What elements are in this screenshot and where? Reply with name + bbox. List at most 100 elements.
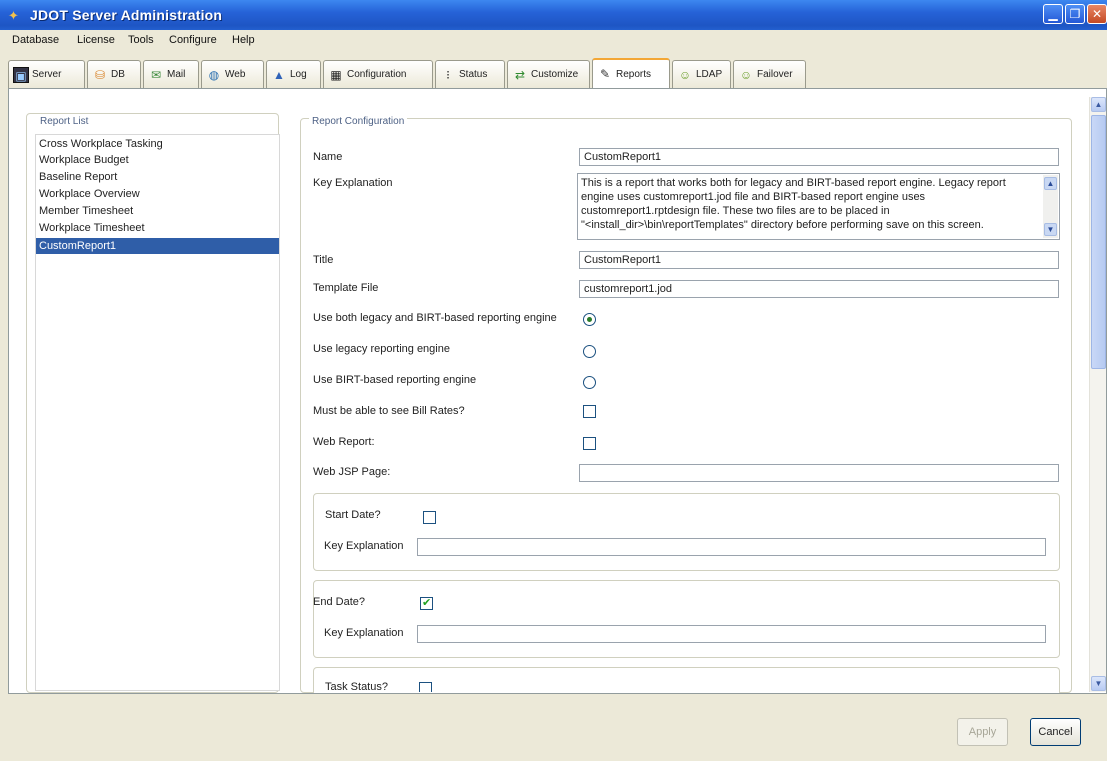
- list-item[interactable]: Workplace Budget: [36, 152, 279, 168]
- engine-both-radio[interactable]: [583, 313, 596, 326]
- tab-log[interactable]: ▲ Log: [266, 60, 321, 88]
- calendar-icon: ▦: [330, 67, 342, 82]
- tab-label: Mail: [167, 69, 186, 80]
- bill-rates-checkbox[interactable]: [583, 405, 596, 418]
- tab-status[interactable]: ⁝ Status: [435, 60, 505, 88]
- tab-label: Customize: [531, 69, 579, 80]
- maximize-button[interactable]: ❐: [1065, 4, 1085, 24]
- report-list[interactable]: Cross Workplace Tasking Workplace Budget…: [35, 134, 280, 691]
- traffic-light-icon: ⁝: [446, 67, 450, 82]
- engine-both-label: Use both legacy and BIRT-based reporting…: [313, 312, 557, 324]
- cancel-button[interactable]: Cancel: [1030, 718, 1081, 746]
- name-label: Name: [313, 151, 343, 163]
- list-item[interactable]: Cross Workplace Tasking: [36, 136, 279, 152]
- web-jsp-input[interactable]: [579, 464, 1059, 482]
- tab-web[interactable]: ◍ Web: [201, 60, 264, 88]
- tab-label: Log: [290, 69, 307, 80]
- list-item[interactable]: Member Timesheet: [36, 203, 279, 219]
- start-key-explanation-label: Key Explanation: [324, 540, 404, 552]
- engine-legacy-label: Use legacy reporting engine: [313, 343, 450, 355]
- web-jsp-label: Web JSP Page:: [313, 466, 391, 478]
- window-titlebar: ✦ JDOT Server Administration ▁ ❐ ✕: [0, 0, 1107, 30]
- scroll-down-icon[interactable]: ▼: [1091, 676, 1106, 691]
- tab-reports[interactable]: ✎ Reports: [592, 58, 670, 88]
- menu-configure[interactable]: Configure: [169, 34, 217, 46]
- list-item[interactable]: Baseline Report: [36, 169, 279, 185]
- textarea-scrollbar[interactable]: ▲ ▼: [1043, 175, 1058, 238]
- tab-label: DB: [111, 69, 125, 80]
- report-configuration-title: Report Configuration: [309, 116, 408, 127]
- engine-birt-label: Use BIRT-based reporting engine: [313, 374, 477, 386]
- key-explanation-line: "<install_dir>\bin\reportTemplates" dire…: [581, 219, 984, 231]
- menu-bar: Database License Tools Configure Help: [0, 30, 1107, 50]
- start-date-group: [313, 493, 1060, 571]
- list-item[interactable]: Workplace Overview: [36, 186, 279, 202]
- vertical-scrollbar[interactable]: ▲ ▼: [1089, 97, 1106, 692]
- apply-button[interactable]: Apply: [957, 718, 1008, 746]
- tab-db[interactable]: ⛁ DB: [87, 60, 141, 88]
- task-status-label: Task Status?: [325, 681, 388, 693]
- tab-failover[interactable]: ☺ Failover: [733, 60, 806, 88]
- end-date-checkbox[interactable]: [420, 596, 433, 610]
- start-key-explanation-input[interactable]: [417, 538, 1046, 556]
- people-icon: ☺: [739, 67, 753, 82]
- monitor-icon: ▣: [13, 66, 29, 83]
- tab-label: Web: [225, 69, 246, 80]
- scroll-down-icon[interactable]: ▼: [1044, 223, 1057, 236]
- tab-label: Server: [32, 69, 62, 80]
- tab-label: LDAP: [696, 69, 723, 80]
- tab-configuration[interactable]: ▦ Configuration: [323, 60, 433, 88]
- scrollbar-thumb[interactable]: [1091, 115, 1106, 369]
- list-item[interactable]: Workplace Timesheet: [36, 220, 279, 236]
- web-report-checkbox[interactable]: [583, 437, 596, 450]
- end-date-group: [313, 580, 1060, 658]
- arrows-icon: ⇄: [514, 67, 526, 82]
- list-item-selected[interactable]: CustomReport1: [36, 238, 279, 254]
- report-list-title: Report List: [37, 116, 92, 127]
- engine-birt-radio[interactable]: [583, 376, 596, 389]
- tab-label: Configuration: [347, 69, 407, 80]
- report-icon: ✎: [599, 67, 611, 81]
- tab-label: Status: [459, 69, 488, 80]
- tab-mail[interactable]: ✉ Mail: [143, 60, 199, 88]
- people-icon: ☺: [678, 67, 692, 82]
- scroll-up-icon[interactable]: ▲: [1091, 97, 1106, 112]
- title-input[interactable]: [579, 251, 1059, 269]
- name-input[interactable]: [579, 148, 1059, 166]
- mail-icon: ✉: [150, 67, 162, 82]
- template-file-input[interactable]: [579, 280, 1059, 298]
- menu-database[interactable]: Database: [12, 34, 59, 46]
- end-date-label: End Date?: [313, 596, 365, 608]
- tab-label: Reports: [616, 68, 652, 80]
- tab-ldap[interactable]: ☺ LDAP: [672, 60, 731, 88]
- title-label: Title: [313, 254, 334, 266]
- tab-label: Failover: [757, 69, 793, 80]
- engine-legacy-radio[interactable]: [583, 345, 596, 358]
- database-icon: ⛁: [94, 67, 106, 82]
- menu-tools[interactable]: Tools: [128, 34, 154, 46]
- key-explanation-line: engine uses customreport1.jod file and B…: [581, 191, 926, 203]
- key-explanation-label: Key Explanation: [313, 177, 393, 189]
- minimize-button[interactable]: ▁: [1043, 4, 1063, 24]
- end-key-explanation-label: Key Explanation: [324, 627, 404, 639]
- web-report-label: Web Report:: [313, 436, 375, 448]
- menu-license[interactable]: License: [77, 34, 115, 46]
- globe-icon: ◍: [208, 67, 220, 82]
- chart-icon: ▲: [273, 67, 285, 82]
- task-status-checkbox[interactable]: [419, 682, 432, 692]
- tab-server[interactable]: ▣ Server: [8, 60, 85, 88]
- close-button[interactable]: ✕: [1087, 4, 1107, 24]
- key-explanation-line: This is a report that works both for leg…: [581, 177, 1006, 189]
- bill-rates-label: Must be able to see Bill Rates?: [313, 405, 465, 417]
- window-title: JDOT Server Administration: [30, 7, 223, 23]
- start-date-checkbox[interactable]: [423, 511, 436, 524]
- start-date-label: Start Date?: [325, 509, 381, 521]
- scroll-up-icon[interactable]: ▲: [1044, 177, 1057, 190]
- end-key-explanation-input[interactable]: [417, 625, 1046, 643]
- tab-customize[interactable]: ⇄ Customize: [507, 60, 590, 88]
- template-file-label: Template File: [313, 282, 379, 294]
- key-explanation-line: customreport1.rptdesign file. These two …: [581, 205, 890, 217]
- app-icon: ✦: [8, 8, 19, 23]
- menu-help[interactable]: Help: [232, 34, 255, 46]
- key-explanation-textarea[interactable]: This is a report that works both for leg…: [577, 173, 1060, 240]
